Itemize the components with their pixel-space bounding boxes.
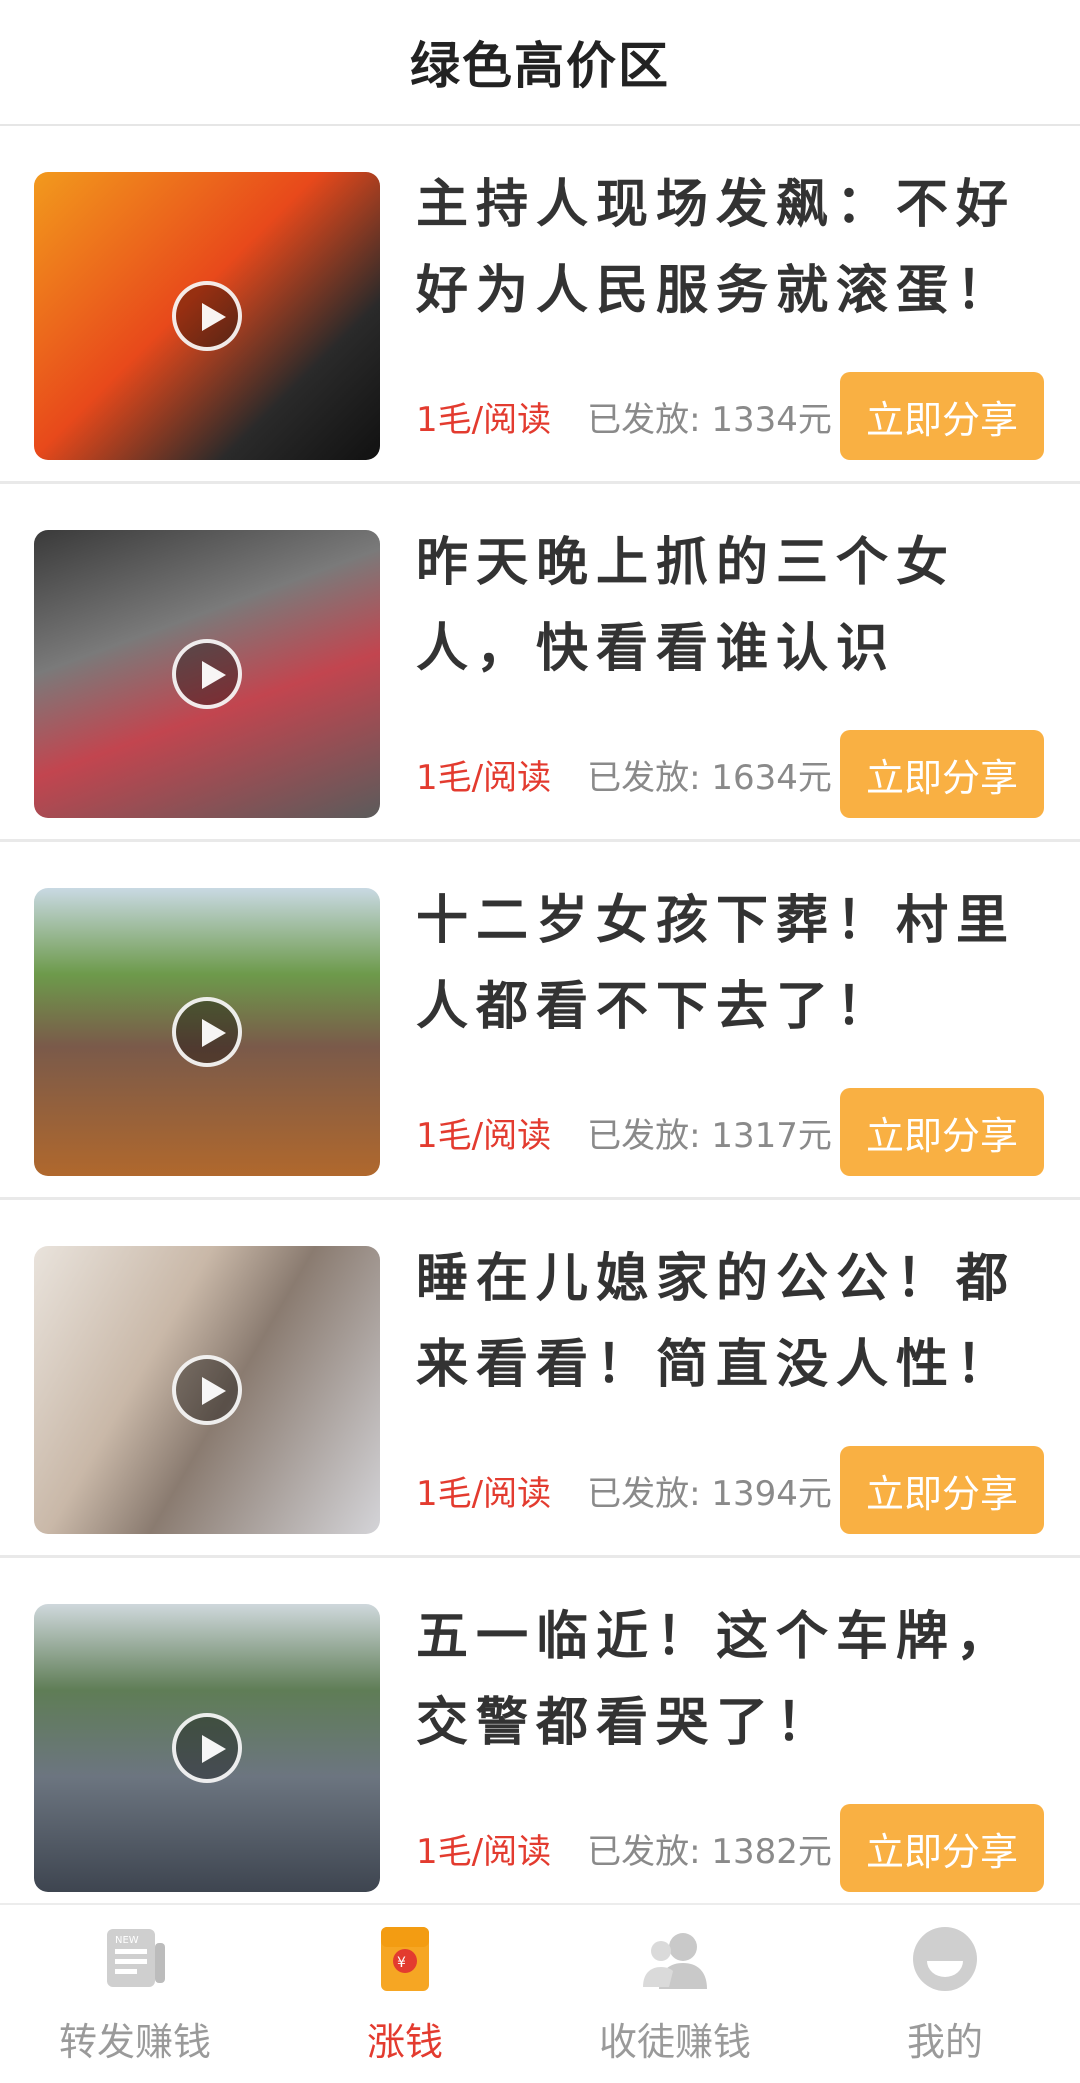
- price-per-read: 1毛/阅读: [416, 1473, 552, 1514]
- list-item[interactable]: 昨天晚上抓的三个女人，快看看谁认识 1毛/阅读 已发放: 1634元 立即分享: [0, 484, 1080, 842]
- play-icon[interactable]: [172, 639, 242, 709]
- share-button[interactable]: 立即分享: [840, 1446, 1044, 1534]
- share-button[interactable]: 立即分享: [840, 1804, 1044, 1892]
- svg-text:NEW: NEW: [115, 1935, 139, 1946]
- article-title[interactable]: 昨天晚上抓的三个女人，快看看谁认识: [416, 520, 1044, 692]
- share-button[interactable]: 立即分享: [840, 372, 1044, 460]
- article-title[interactable]: 睡在儿媳家的公公！都来看看！简直没人性！: [416, 1236, 1044, 1408]
- tab-repost-earn[interactable]: NEW 转发赚钱: [0, 1905, 270, 2083]
- app-header: 绿色高价区: [0, 0, 1080, 126]
- video-thumbnail[interactable]: [34, 1604, 380, 1892]
- price-per-read: 1毛/阅读: [416, 399, 552, 440]
- paid-amount: 已发放: 1634元: [587, 757, 832, 798]
- svg-text:¥: ¥: [397, 1955, 406, 1971]
- page-title: 绿色高价区: [410, 37, 670, 95]
- price-per-read: 1毛/阅读: [416, 1831, 552, 1872]
- users-icon: [639, 1923, 711, 1995]
- share-button[interactable]: 立即分享: [840, 730, 1044, 818]
- tab-make-money[interactable]: ¥ 涨钱: [270, 1905, 540, 2083]
- play-icon[interactable]: [172, 281, 242, 351]
- smile-icon: [909, 1923, 981, 1995]
- tab-label: 我的: [906, 2020, 983, 2064]
- article-title[interactable]: 十二岁女孩下葬！村里人都看不下去了！: [416, 878, 1044, 1050]
- list-item[interactable]: 主持人现场发飙：不好好为人民服务就滚蛋！ 1毛/阅读 已发放: 1334元 立即…: [0, 126, 1080, 484]
- paid-amount: 已发放: 1317元: [587, 1115, 832, 1156]
- money-envelope-icon: ¥: [369, 1923, 441, 1995]
- article-list[interactable]: 主持人现场发飙：不好好为人民服务就滚蛋！ 1毛/阅读 已发放: 1334元 立即…: [0, 126, 1080, 1901]
- article-title[interactable]: 主持人现场发飙：不好好为人民服务就滚蛋！: [416, 162, 1044, 334]
- video-thumbnail[interactable]: [34, 1246, 380, 1534]
- paid-amount: 已发放: 1334元: [587, 399, 832, 440]
- play-icon[interactable]: [172, 997, 242, 1067]
- news-icon: NEW: [99, 1923, 171, 1995]
- bottom-tabbar: NEW 转发赚钱 ¥ 涨钱 收徒赚钱 我的: [0, 1903, 1080, 2083]
- video-thumbnail[interactable]: [34, 888, 380, 1176]
- list-item[interactable]: 睡在儿媳家的公公！都来看看！简直没人性！ 1毛/阅读 已发放: 1394元 立即…: [0, 1200, 1080, 1558]
- paid-amount: 已发放: 1394元: [587, 1473, 832, 1514]
- tab-label: 转发赚钱: [58, 2020, 211, 2064]
- tab-label: 涨钱: [366, 2020, 443, 2064]
- tab-mine[interactable]: 我的: [810, 1905, 1080, 2083]
- list-item[interactable]: 十二岁女孩下葬！村里人都看不下去了！ 1毛/阅读 已发放: 1317元 立即分享: [0, 842, 1080, 1200]
- play-icon[interactable]: [172, 1355, 242, 1425]
- video-thumbnail[interactable]: [34, 172, 380, 460]
- article-title[interactable]: 五一临近！这个车牌，交警都看哭了！: [416, 1594, 1044, 1766]
- tab-label: 收徒赚钱: [598, 2020, 751, 2064]
- list-item[interactable]: 五一临近！这个车牌，交警都看哭了！ 1毛/阅读 已发放: 1382元 立即分享: [0, 1558, 1080, 1901]
- price-per-read: 1毛/阅读: [416, 1115, 552, 1156]
- tab-apprentice-earn[interactable]: 收徒赚钱: [540, 1905, 810, 2083]
- play-icon[interactable]: [172, 1713, 242, 1783]
- share-button[interactable]: 立即分享: [840, 1088, 1044, 1176]
- price-per-read: 1毛/阅读: [416, 757, 552, 798]
- video-thumbnail[interactable]: [34, 530, 380, 818]
- paid-amount: 已发放: 1382元: [587, 1831, 832, 1872]
